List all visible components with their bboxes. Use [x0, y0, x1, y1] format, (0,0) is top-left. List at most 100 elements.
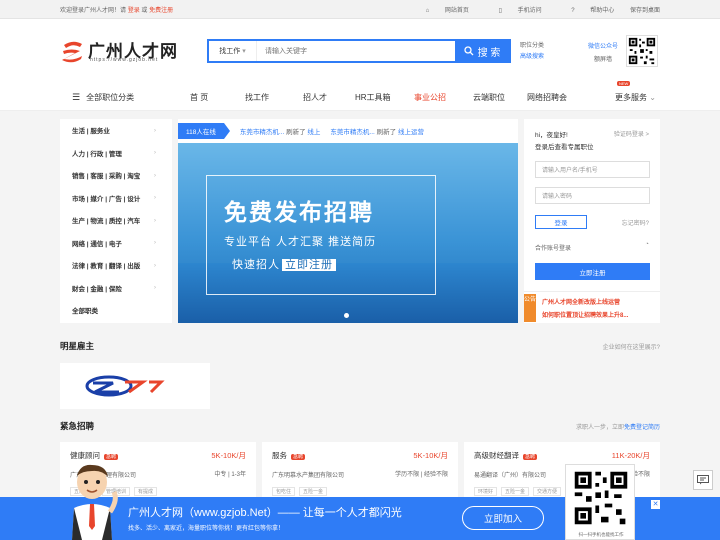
- category-link[interactable]: 职位分类: [520, 41, 544, 52]
- notice-item[interactable]: 如何职位置顶让招聘效果上升8...: [542, 310, 628, 319]
- nav-hire[interactable]: 招人才: [303, 83, 327, 111]
- employer-logo-icon: [85, 375, 165, 397]
- search-input[interactable]: [257, 41, 455, 61]
- job-salary: 11K-20K/月: [611, 451, 650, 460]
- category-item[interactable]: 网络 | 通信 | 电子 ›: [60, 232, 172, 255]
- chat-icon: [697, 475, 709, 485]
- star-employers-link[interactable]: 企业如何在这里展示?: [603, 342, 660, 351]
- all-categories-menu[interactable]: ☰ 全部职位分类: [72, 83, 134, 111]
- job-requirements: 中专 | 1-3年: [214, 472, 246, 478]
- chevron-right-icon: ›: [153, 171, 156, 179]
- category-item[interactable]: 销售 | 客服 | 采购 | 淘宝 ›: [60, 164, 172, 187]
- job-chips: 包吃住 五险一金: [272, 487, 448, 496]
- category-item[interactable]: 生产 | 物流 | 质控 | 汽车 ›: [60, 209, 172, 232]
- login-link[interactable]: 登录: [128, 8, 140, 14]
- promo-banner[interactable]: 免费发布招聘 专业平台 人才汇聚 推送简历 快速招人 立即注册: [178, 143, 518, 323]
- chevron-right-icon: ›: [153, 149, 156, 157]
- save-desktop-link[interactable]: 保存到桌面: [630, 8, 660, 14]
- notice-tag: 公告: [524, 294, 536, 322]
- login-subtitle: 登录后查看专属职位: [535, 144, 594, 151]
- urgent-title: 紧急招聘: [60, 421, 95, 431]
- category-item[interactable]: 法律 | 教育 | 翻译 | 出版 ›: [60, 254, 172, 277]
- mobile-link[interactable]: ▯ 手机访问: [485, 8, 542, 14]
- mobile-qr-box: 扫一扫手机也能找工作: [565, 464, 635, 540]
- forgot-password-link[interactable]: 忘记密码?: [622, 218, 649, 227]
- logo-mark-icon: [62, 41, 82, 63]
- job-salary: 5K-10K/月: [413, 451, 448, 460]
- nav-find-job[interactable]: 找工作: [245, 83, 269, 111]
- username-input[interactable]: 请输入用户名/手机号: [535, 161, 650, 178]
- employer-logo[interactable]: [60, 363, 210, 409]
- chevron-right-icon: ›: [153, 194, 156, 202]
- search-button[interactable]: 搜 索: [455, 41, 509, 61]
- close-icon[interactable]: ✕: [651, 500, 660, 509]
- category-item[interactable]: 市场 | 媒介 | 广告 | 设计 ›: [60, 187, 172, 210]
- category-item[interactable]: 人力 | 行政 | 管理 ›: [60, 142, 172, 165]
- job-title: 健康顾问: [70, 451, 100, 460]
- nav-public-recruit[interactable]: 事业公招: [414, 83, 446, 111]
- help-link[interactable]: ? 帮助中心: [557, 8, 614, 14]
- logo-url: https://www.gzjob.net: [90, 57, 159, 63]
- main-nav: ☰ 全部职位分类 首 页 找工作 招人才 HR工具箱 事业公招 云端职位 网络招…: [0, 81, 720, 111]
- search-bar: 找工作 ▾ 搜 索: [207, 39, 511, 63]
- nav-online-fair[interactable]: 网络招聘会: [527, 83, 567, 111]
- nav-hr-tools[interactable]: HR工具箱: [355, 83, 391, 111]
- search-icon: [463, 46, 474, 56]
- partner-login-label: 合作账号登录: [535, 246, 572, 252]
- promo-title: 广州人才网（www.gzjob.Net）—— 让每一个人才都闪光: [128, 507, 402, 519]
- help-icon: ?: [571, 8, 575, 14]
- category-item[interactable]: 财会 | 金融 | 保险 ›: [60, 277, 172, 300]
- register-button[interactable]: 立即注册: [535, 263, 650, 280]
- job-title: 服务: [272, 451, 287, 460]
- category-item-all[interactable]: 全部职类: [60, 299, 172, 322]
- password-input[interactable]: 请输入密码: [535, 187, 650, 204]
- banner-cta[interactable]: 立即注册: [282, 259, 336, 271]
- urgent-badge: 急聘: [523, 454, 538, 460]
- welcome-text: 欢迎登录广州人才网！请: [60, 8, 127, 14]
- nav-cloud-jobs[interactable]: 云端职位: [473, 83, 505, 111]
- notice-box: 公告 广州人才网全新改版上线运营 如何职位置顶让招聘效果上升8...: [524, 291, 660, 323]
- phone-icon: ▯: [498, 8, 502, 14]
- home-link[interactable]: ⌂ 网站首页: [412, 8, 469, 14]
- urgent-badge: 急聘: [104, 454, 119, 460]
- banner-line2: 快速招人 立即注册: [232, 256, 336, 272]
- advanced-search-link[interactable]: 高级搜索: [520, 52, 544, 63]
- login-button[interactable]: 登录: [535, 215, 587, 229]
- ticker-item[interactable]: 东莞市精杰机... 刷新了 线上: [240, 126, 321, 136]
- urgent-right: 求职人一步，立即免费登记简历: [575, 425, 660, 431]
- chevron-right-icon: ›: [153, 261, 156, 269]
- online-count: 118人在线: [178, 123, 230, 139]
- code-login-link[interactable]: 验证码登录 >: [614, 129, 649, 138]
- wechat-icon[interactable]: ◔: [645, 241, 649, 248]
- notice-item[interactable]: 广州人才网全新改版上线运营: [542, 297, 620, 306]
- ticker-item[interactable]: 东莞市精杰机... 刷新了 线上运营: [330, 126, 424, 136]
- nav-more-services[interactable]: 更多服务 ⌄: [615, 83, 656, 111]
- nav-home[interactable]: 首 页: [190, 83, 208, 111]
- search-type-select[interactable]: 找工作 ▾: [209, 41, 257, 61]
- register-link[interactable]: 免费注册: [149, 8, 173, 14]
- header-links: 职位分类 高级搜索: [520, 41, 544, 63]
- chevron-right-icon: ›: [153, 284, 156, 292]
- carousel-dot[interactable]: [344, 313, 349, 318]
- register-resume-link[interactable]: 免费登记简历: [624, 425, 660, 431]
- wechat-label[interactable]: 微信公众号: [588, 41, 618, 54]
- wechat-info: 微信公众号 额屏墙: [588, 41, 618, 67]
- or-text: 或: [141, 8, 148, 14]
- job-requirements: 学历不限 | 经验不限: [395, 472, 448, 478]
- job-title: 高级财经翻译: [474, 451, 519, 460]
- chevron-right-icon: ›: [153, 239, 156, 247]
- job-card[interactable]: 服务 急聘 5K-10K/月 广东明慕水产集团有限公司 学历不限 | 经验不限 包…: [262, 442, 458, 502]
- chevron-down-icon: ⌄: [649, 92, 656, 102]
- category-item[interactable]: 生活 | 服务业 ›: [60, 119, 172, 142]
- feedback-chat-icon[interactable]: [693, 470, 713, 490]
- top-bar: 欢迎登录广州人才网！请 登录 或 免费注册 ⌂ 网站首页 ▯ 手机访问 ? 帮助…: [0, 0, 720, 19]
- mobile-qr-label: 扫一扫手机也能找工作: [578, 532, 624, 537]
- chevron-right-icon: ›: [153, 216, 156, 224]
- header: 广州人才网 https://www.gzjob.net 找工作 ▾ 搜 索 职位…: [0, 19, 720, 83]
- top-links: ⌂ 网站首页 ▯ 手机访问 ? 帮助中心 保存到桌面: [398, 5, 660, 14]
- star-employers-title: 明星雇主: [60, 341, 95, 351]
- site-logo[interactable]: 广州人才网 https://www.gzjob.net: [60, 37, 180, 67]
- join-now-button[interactable]: 立即加入: [462, 506, 544, 530]
- login-panel: hi，夜皇好! 验证码登录 > 登录后查看专属职位 请输入用户名/手机号 请输入…: [524, 119, 660, 323]
- follow-label: 额屏墙: [594, 57, 613, 63]
